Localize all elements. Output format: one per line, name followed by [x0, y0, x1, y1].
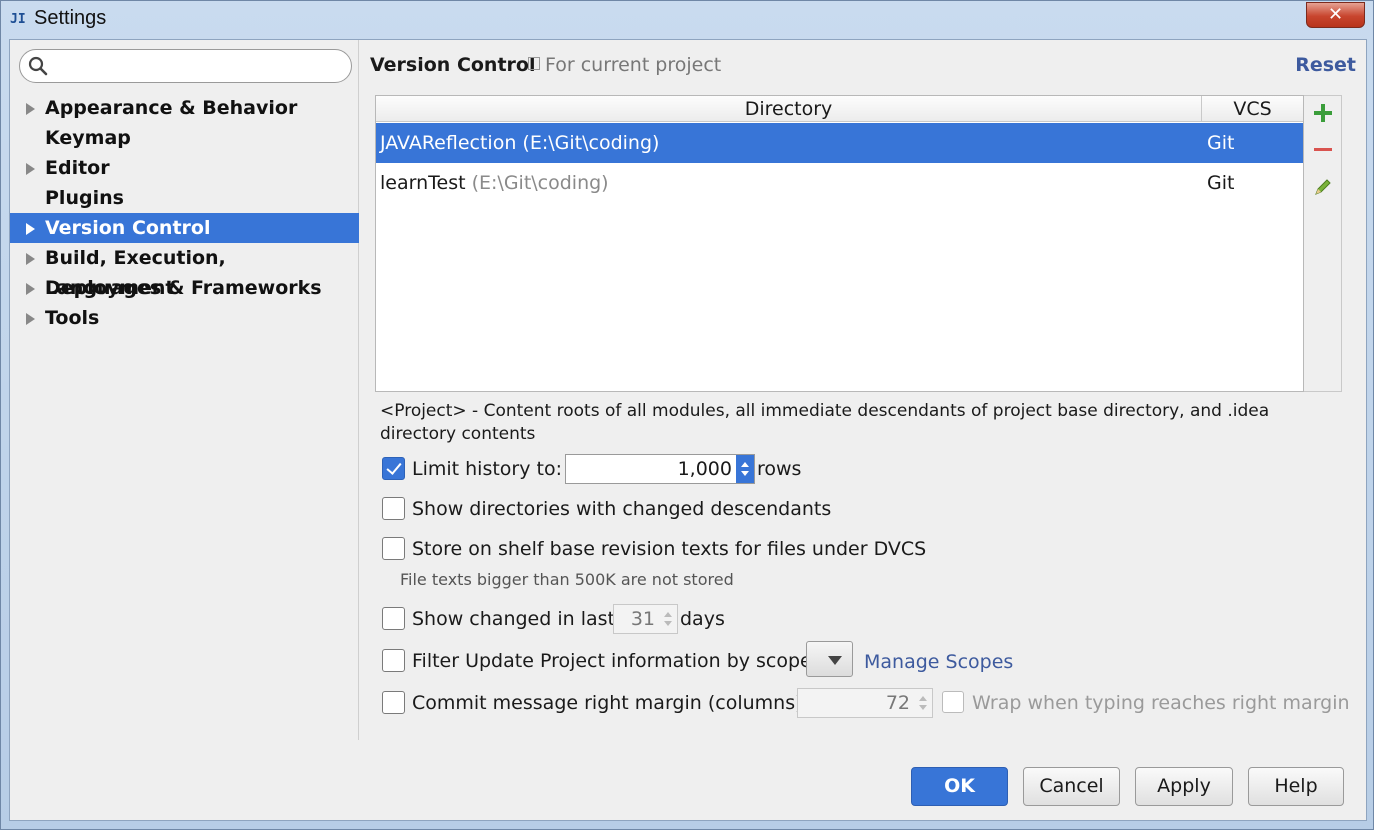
- limit-history-label[interactable]: Limit history to:: [412, 456, 562, 482]
- edit-icon[interactable]: [1312, 176, 1334, 198]
- sidebar-item-editor[interactable]: Editor: [10, 153, 359, 183]
- help-button[interactable]: Help: [1248, 767, 1344, 806]
- project-scope-icon: [528, 57, 540, 70]
- apply-button[interactable]: Apply: [1135, 767, 1233, 806]
- dialog-body: Appearance & Behavior Keymap Editor Plug…: [9, 39, 1367, 821]
- directory-cell: learnTest (E:\Git\coding): [380, 163, 609, 203]
- commit-margin-label[interactable]: Commit message right margin (columns):: [412, 690, 809, 716]
- scope-note: For current project: [528, 54, 721, 76]
- sidebar-item-appearance[interactable]: Appearance & Behavior: [10, 93, 359, 123]
- spinner-arrows-icon[interactable]: [914, 689, 932, 717]
- column-header-vcs[interactable]: VCS: [1202, 96, 1303, 122]
- sidebar-item-keymap[interactable]: Keymap: [10, 123, 359, 153]
- sidebar-item-label: Plugins: [45, 187, 124, 209]
- expand-arrow-icon[interactable]: [26, 253, 35, 265]
- rows-suffix: rows: [757, 458, 802, 480]
- expand-arrow-icon[interactable]: [26, 223, 35, 235]
- scope-note-text: For current project: [545, 54, 722, 76]
- sidebar-item-label: Version Control: [45, 217, 211, 239]
- history-rows-value: 1,000: [677, 458, 732, 480]
- app-icon: JI: [10, 12, 26, 27]
- directory-path: (E:\Git\coding): [471, 172, 609, 194]
- filter-update-label[interactable]: Filter Update Project information by sco…: [412, 648, 812, 674]
- sidebar-item-label: Languages & Frameworks: [45, 277, 322, 299]
- settings-content: Version Control For current project Rese…: [360, 40, 1368, 740]
- margin-value: 72: [885, 692, 910, 714]
- sidebar-item-build[interactable]: Build, Execution, Deployment: [10, 243, 359, 299]
- show-changed-label[interactable]: Show changed in last: [412, 606, 615, 632]
- sidebar-item-label: Editor: [45, 157, 110, 179]
- ok-button[interactable]: OK: [911, 767, 1008, 806]
- sidebar-item-plugins[interactable]: Plugins: [10, 183, 359, 213]
- vcs-cell: Git: [1207, 172, 1235, 194]
- spinner-arrows-icon[interactable]: [736, 455, 754, 483]
- history-rows-spinner[interactable]: 1,000: [565, 454, 755, 484]
- store-shelf-checkbox[interactable]: [382, 537, 405, 560]
- window-title: Settings: [34, 7, 107, 29]
- directory-path: (E:\Git\coding): [522, 132, 660, 154]
- close-button[interactable]: ✕: [1306, 2, 1365, 28]
- project-note: <Project> - Content roots of all modules…: [380, 401, 1270, 444]
- margin-spinner[interactable]: 72: [797, 688, 933, 718]
- search-input[interactable]: [19, 49, 352, 83]
- vcs-cell: Git: [1207, 132, 1235, 154]
- title-bar[interactable]: JI Settings ✕: [1, 1, 1373, 39]
- column-header-directory[interactable]: Directory: [376, 96, 1202, 122]
- sidebar-item-languages[interactable]: Languages & Frameworks: [10, 273, 359, 303]
- expand-arrow-icon[interactable]: [26, 283, 35, 295]
- days-suffix: days: [680, 608, 725, 630]
- show-dirs-checkbox[interactable]: [382, 497, 405, 520]
- directory-name: JAVAReflection: [380, 132, 517, 154]
- expand-arrow-icon[interactable]: [26, 163, 35, 175]
- show-changed-option: Show changed in last: [382, 606, 642, 632]
- chevron-down-icon: [828, 656, 842, 665]
- table-row[interactable]: JAVAReflection (E:\Git\coding) Git: [376, 123, 1303, 163]
- directory-cell: JAVAReflection (E:\Git\coding): [380, 123, 659, 163]
- expand-arrow-icon[interactable]: [26, 103, 35, 115]
- wrap-option: Wrap when typing reaches right margin: [942, 690, 1362, 716]
- commit-margin-option: Commit message right margin (columns):: [382, 690, 809, 716]
- vcs-mappings-table: Directory VCS JAVAReflection (E:\Git\cod…: [375, 95, 1304, 392]
- add-icon[interactable]: [1312, 102, 1334, 124]
- sidebar-item-label: Keymap: [45, 127, 131, 149]
- show-dirs-label[interactable]: Show directories with changed descendant…: [412, 496, 831, 522]
- settings-tree: Appearance & Behavior Keymap Editor Plug…: [10, 93, 359, 333]
- show-changed-checkbox[interactable]: [382, 607, 405, 630]
- filter-update-option: Filter Update Project information by sco…: [382, 648, 822, 674]
- settings-window: JI Settings ✕ Appearance & Behavior Keym…: [0, 0, 1374, 830]
- sidebar-item-label: Appearance & Behavior: [45, 97, 298, 119]
- search-icon: [28, 56, 48, 76]
- table-toolbar: [1304, 95, 1342, 392]
- sidebar-item-label: Tools: [45, 307, 100, 329]
- page-title: Version Control: [370, 54, 536, 76]
- days-value: 31: [630, 608, 655, 630]
- scope-dropdown[interactable]: [806, 641, 853, 677]
- filter-update-checkbox[interactable]: [382, 649, 405, 672]
- days-spinner[interactable]: 31: [613, 604, 678, 634]
- sidebar-item-tools[interactable]: Tools: [10, 303, 359, 333]
- remove-icon[interactable]: [1312, 139, 1334, 161]
- cancel-button[interactable]: Cancel: [1023, 767, 1120, 806]
- sidebar-item-version-control[interactable]: Version Control: [10, 213, 359, 243]
- store-shelf-hint: File texts bigger than 500K are not stor…: [400, 570, 734, 589]
- store-shelf-label[interactable]: Store on shelf base revision texts for f…: [412, 536, 926, 562]
- limit-history-checkbox[interactable]: [382, 457, 405, 480]
- directory-name: learnTest: [380, 172, 466, 194]
- reset-link[interactable]: Reset: [1295, 54, 1356, 76]
- wrap-label[interactable]: Wrap when typing reaches right margin: [972, 690, 1350, 716]
- manage-scopes-link[interactable]: Manage Scopes: [864, 649, 1013, 675]
- expand-arrow-icon[interactable]: [26, 313, 35, 325]
- show-dirs-option: Show directories with changed descendant…: [382, 496, 982, 522]
- spinner-arrows-icon[interactable]: [659, 605, 677, 633]
- settings-sidebar: Appearance & Behavior Keymap Editor Plug…: [10, 40, 359, 740]
- commit-margin-checkbox[interactable]: [382, 691, 405, 714]
- table-header: Directory VCS: [376, 96, 1303, 122]
- wrap-checkbox[interactable]: [942, 691, 964, 713]
- table-row[interactable]: learnTest (E:\Git\coding) Git: [376, 163, 1303, 203]
- store-shelf-option: Store on shelf base revision texts for f…: [382, 536, 1082, 562]
